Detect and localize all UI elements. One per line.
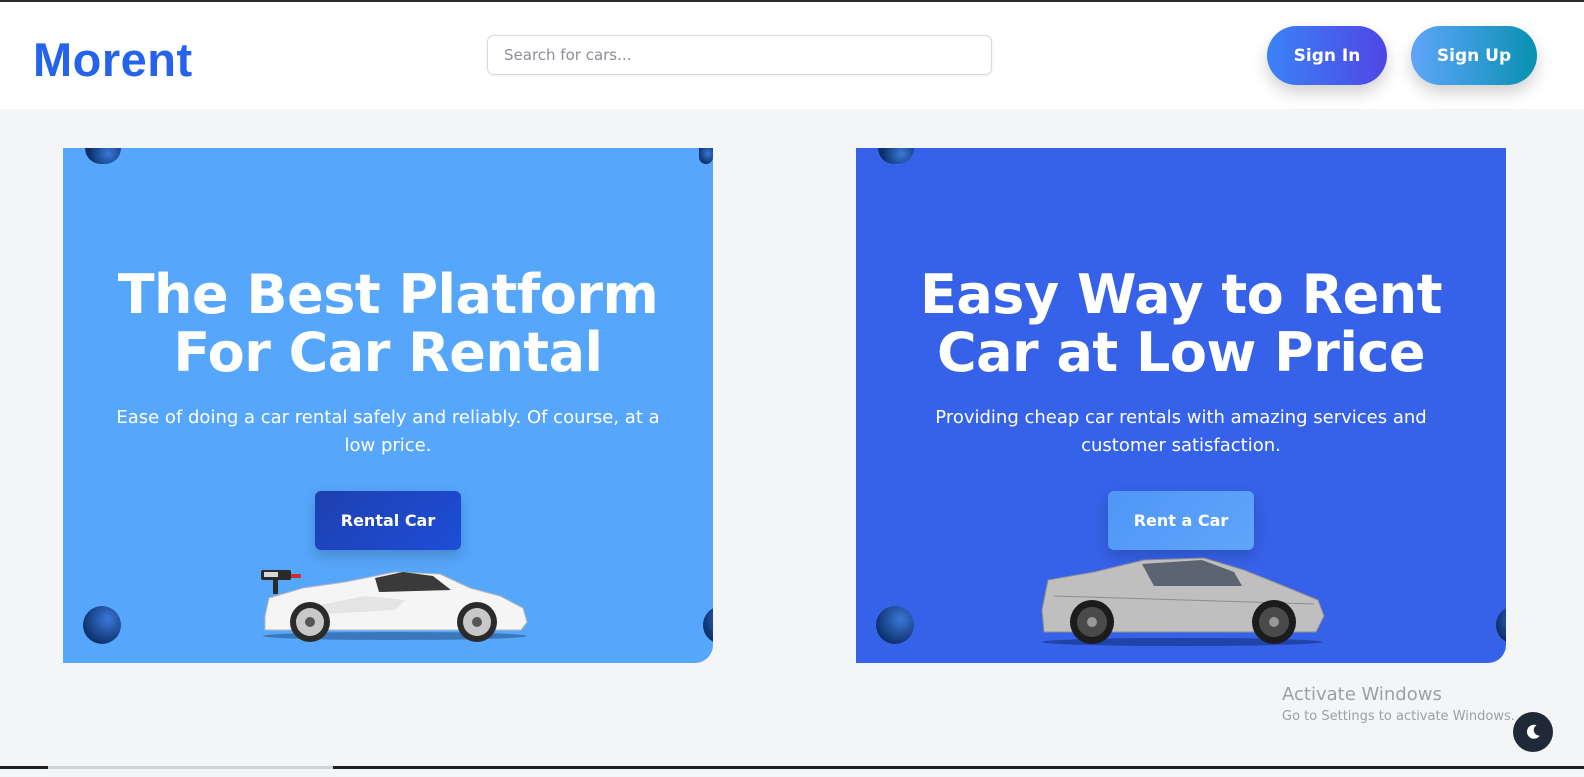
decor-circle — [85, 148, 121, 164]
rent-a-car-button[interactable]: Rent a Car — [1108, 491, 1254, 550]
hero-card-easy-way: Easy Way to Rent Car at Low Price Provid… — [856, 148, 1506, 663]
scrollbar-thumb[interactable] — [48, 766, 333, 769]
search-input[interactable] — [487, 35, 992, 75]
window-bottom-border — [0, 766, 1584, 769]
silver-sports-car-image — [1041, 557, 1325, 646]
moon-icon — [1526, 724, 1540, 739]
hero-description: Providing cheap car rentals with amazing… — [935, 407, 1427, 456]
hero-title: The Best Platform For Car Rental — [63, 266, 713, 382]
hero-description: Ease of doing a car rental safely and re… — [116, 407, 660, 456]
hero-title: Easy Way to Rent Car at Low Price — [856, 266, 1506, 382]
watermark-title: Activate Windows — [1282, 684, 1442, 705]
decor-circle — [876, 606, 914, 644]
decor-circle — [1496, 606, 1506, 644]
rental-car-button[interactable]: Rental Car — [315, 491, 461, 550]
hero-card-best-platform: The Best Platform For Car Rental Ease of… — [63, 148, 713, 663]
hero-title-line: Easy Way to Rent — [919, 263, 1443, 326]
hero-title-line: The Best Platform — [117, 263, 659, 326]
sign-in-button[interactable]: Sign In — [1267, 26, 1387, 85]
decor-circle — [878, 148, 914, 164]
site-header: Morent Sign In Sign Up — [0, 2, 1584, 109]
watermark-subtitle: Go to Settings to activate Windows. — [1282, 709, 1515, 724]
windows-activation-watermark: Activate Windows Go to Settings to activ… — [1282, 684, 1515, 724]
theme-toggle-button[interactable] — [1513, 712, 1553, 752]
hero-title-line: Car at Low Price — [936, 321, 1426, 384]
decor-circle — [703, 606, 713, 644]
decor-circle — [83, 606, 121, 644]
sign-up-button[interactable]: Sign Up — [1411, 26, 1537, 85]
white-sports-car-image — [261, 570, 528, 642]
logo[interactable]: Morent — [33, 32, 193, 87]
decor-circle — [699, 148, 713, 164]
hero-title-line: For Car Rental — [173, 321, 603, 384]
